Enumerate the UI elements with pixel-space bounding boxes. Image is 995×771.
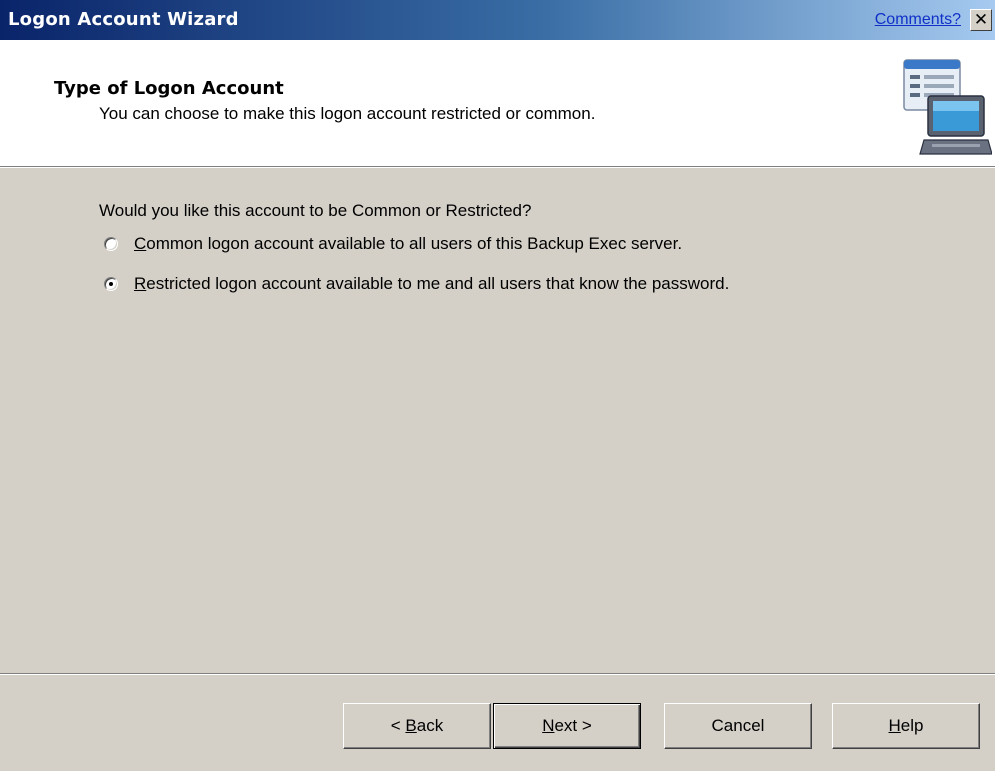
window-title: Logon Account Wizard — [8, 9, 239, 30]
cancel-button[interactable]: Cancel — [664, 703, 812, 749]
close-button[interactable]: ✕ — [970, 9, 992, 31]
page-title: Type of Logon Account — [54, 78, 284, 99]
next-button[interactable]: Next > — [493, 703, 641, 749]
account-type-question: Would you like this account to be Common… — [99, 201, 532, 220]
common-account-label[interactable]: Common logon account available to all us… — [134, 234, 682, 254]
back-button[interactable]: < Back — [343, 703, 491, 749]
page-subtitle: You can choose to make this logon accoun… — [99, 104, 596, 123]
comments-link[interactable]: Comments? — [875, 11, 961, 29]
restricted-account-label[interactable]: Restricted logon account available to me… — [134, 274, 729, 294]
computer-wizard-icon — [903, 59, 992, 155]
common-account-option[interactable]: Common logon account available to all us… — [104, 232, 682, 256]
restricted-account-option[interactable]: Restricted logon account available to me… — [104, 272, 729, 296]
title-bar[interactable]: Logon Account Wizard Comments? ✕ — [0, 0, 995, 40]
logon-account-wizard-window: Logon Account Wizard Comments? ✕ Type of… — [0, 0, 995, 771]
common-account-radio[interactable] — [104, 237, 118, 251]
footer-divider-highlight — [0, 674, 995, 675]
close-icon: ✕ — [973, 10, 989, 30]
radio-selected-dot — [109, 282, 113, 286]
restricted-account-radio[interactable] — [104, 277, 118, 291]
help-button[interactable]: Help — [832, 703, 980, 749]
